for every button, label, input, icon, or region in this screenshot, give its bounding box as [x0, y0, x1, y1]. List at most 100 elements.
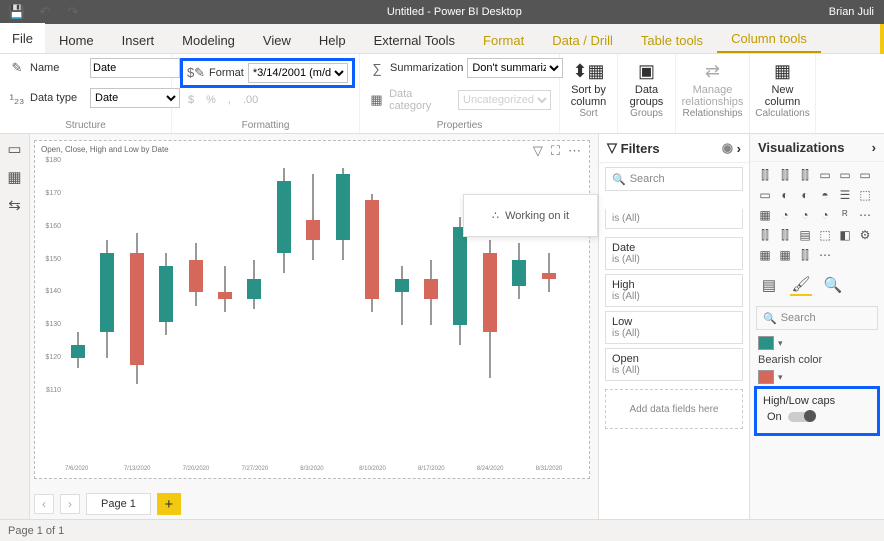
model-view-icon[interactable]: ⇆ — [5, 196, 25, 214]
viz-type-icon[interactable]: ▭ — [836, 166, 854, 184]
filter-visual-icon[interactable]: ▽ — [533, 143, 543, 159]
viz-type-icon[interactable]: ⬚ — [856, 186, 874, 204]
collapse-filters-icon[interactable]: › — [737, 141, 741, 156]
y-tick-label: $120 — [37, 354, 61, 361]
tab-home[interactable]: Home — [45, 27, 108, 53]
currency-icon[interactable]: $ — [188, 94, 194, 106]
collapse-viz-icon[interactable]: › — [872, 140, 876, 155]
sum-select[interactable]: Don't summarize — [467, 58, 563, 78]
viz-type-icon[interactable]: ⫿⫿ — [756, 226, 774, 244]
chevron-down-icon[interactable]: ▾ — [778, 372, 783, 383]
tab-external-tools[interactable]: External Tools — [360, 27, 469, 53]
viz-type-icon[interactable]: ⫿⫿ — [776, 166, 794, 184]
sort-by-column-button[interactable]: ⬍▦ Sort by column — [559, 58, 619, 108]
viz-type-icon[interactable]: ◔ — [796, 206, 814, 224]
data-view-icon[interactable]: ▦ — [5, 168, 25, 186]
tab-format[interactable]: Format — [469, 27, 538, 53]
filter-card[interactable]: Dateis (All) — [605, 237, 743, 270]
format-search[interactable]: 🔍 Search — [756, 306, 878, 330]
analytics-icon[interactable]: 🔍 — [822, 274, 844, 296]
new-column-button[interactable]: ▦ New column — [753, 58, 813, 108]
focus-mode-icon[interactable]: ⛶ — [551, 143, 560, 159]
viz-type-icon[interactable]: ⫿⫿ — [796, 166, 814, 184]
undo-icon[interactable]: ↶ — [36, 3, 54, 21]
viz-type-icon[interactable]: ◧ — [836, 226, 854, 244]
name-input[interactable] — [90, 58, 180, 78]
percent-icon[interactable]: % — [206, 94, 216, 106]
chevron-down-icon[interactable]: ▾ — [778, 338, 783, 349]
viz-type-icon[interactable]: ◔ — [816, 206, 834, 224]
candlestick-visual[interactable]: ▽ ⛶ ⋯ Open, Close, High and Low by Date … — [34, 140, 590, 479]
format-roller-icon[interactable]: 🖌 — [790, 274, 812, 296]
redo-icon[interactable]: ↷ — [64, 3, 82, 21]
x-tick-label: 7/27/2020 — [241, 466, 268, 472]
comma-icon[interactable]: , — [228, 94, 231, 106]
viz-type-icon[interactable]: ◓ — [816, 186, 834, 204]
sum-icon: ∑ — [368, 59, 386, 77]
datatype-select[interactable]: Date — [90, 88, 180, 108]
tab-modeling[interactable]: Modeling — [168, 27, 249, 53]
group-sort: Sort — [579, 108, 597, 119]
y-tick-label: $150 — [37, 256, 61, 263]
hlcaps-label: High/Low caps — [763, 395, 871, 407]
data-groups-button[interactable]: ▣ Data groups — [617, 58, 677, 108]
manage-relationships-button: ⇄ Manage relationships — [683, 58, 743, 108]
page-tab-1[interactable]: Page 1 — [86, 493, 151, 515]
show-filter-icon[interactable]: ◉ — [722, 140, 733, 156]
viz-type-icon[interactable]: ⚙ — [856, 226, 874, 244]
save-icon[interactable]: 💾 — [8, 3, 26, 21]
viz-type-icon[interactable]: ▭ — [816, 166, 834, 184]
file-tab[interactable]: File — [0, 23, 45, 53]
viz-type-icon[interactable]: ▭ — [756, 186, 774, 204]
tab-view[interactable]: View — [249, 27, 305, 53]
cat-label: Data category — [389, 88, 454, 112]
add-page-button[interactable]: + — [157, 493, 181, 515]
viz-type-icon[interactable]: ⋯ — [816, 246, 834, 264]
filter-card[interactable]: Lowis (All) — [605, 311, 743, 344]
viz-type-icon[interactable]: ⫿⫿ — [796, 246, 814, 264]
viz-type-icon[interactable]: ☰ — [836, 186, 854, 204]
decimal-icon[interactable]: .00 — [243, 94, 258, 106]
viz-type-icon[interactable]: ▦ — [756, 206, 774, 224]
viz-type-icon[interactable]: ◔ — [776, 206, 794, 224]
next-page-button[interactable]: › — [60, 494, 80, 514]
viz-title: Visualizations — [758, 140, 844, 155]
filter-card[interactable]: Openis (All) — [605, 348, 743, 381]
viz-type-icon[interactable]: ▦ — [756, 246, 774, 264]
viz-type-icon[interactable]: ▦ — [776, 246, 794, 264]
viz-type-icon[interactable]: ⫿⫿ — [756, 166, 774, 184]
tab-insert[interactable]: Insert — [108, 27, 169, 53]
filter-card[interactable]: Highis (All) — [605, 274, 743, 307]
filters-funnel-icon: ▽ — [607, 140, 617, 156]
viz-type-icon[interactable]: ▭ — [856, 166, 874, 184]
tab-data-drill[interactable]: Data / Drill — [538, 27, 627, 53]
viz-type-icon[interactable]: ◐ — [796, 186, 814, 204]
tab-table-tools[interactable]: Table tools — [627, 27, 717, 53]
report-canvas[interactable]: ▽ ⛶ ⋯ Open, Close, High and Low by Date … — [30, 134, 598, 519]
x-tick-label: 8/31/2020 — [536, 466, 563, 472]
page-status: Page 1 of 1 — [8, 525, 64, 537]
prev-page-button[interactable]: ‹ — [34, 494, 54, 514]
viz-type-icon[interactable]: ▤ — [796, 226, 814, 244]
x-tick-label: 8/3/2020 — [300, 466, 323, 472]
page-tab-bar: ‹ › Page 1 + — [34, 493, 181, 515]
tab-column-tools[interactable]: Column tools — [717, 25, 821, 53]
viz-type-icon[interactable]: ◐ — [776, 186, 794, 204]
viz-type-icon[interactable]: ⋯ — [856, 206, 874, 224]
bearish-swatch[interactable] — [758, 370, 774, 384]
format-select[interactable]: *3/14/2001 (m/d/yyyy) — [248, 63, 348, 83]
filter-card-partial[interactable]: is (All) — [605, 209, 743, 229]
fields-well-icon[interactable]: ▤ — [758, 274, 780, 296]
more-options-icon[interactable]: ⋯ — [568, 143, 581, 159]
filter-search[interactable]: 🔍 Search — [605, 167, 743, 191]
add-filter-drop[interactable]: Add data fields here — [605, 389, 743, 429]
tab-help[interactable]: Help — [305, 27, 360, 53]
viz-type-icon[interactable]: ᴿ — [836, 206, 854, 224]
spinner-icon: ∴ — [492, 210, 499, 222]
viz-type-icon[interactable]: ⬚ — [816, 226, 834, 244]
bullish-swatch[interactable] — [758, 336, 774, 350]
hlcaps-toggle[interactable]: On — [763, 411, 871, 423]
report-view-icon[interactable]: ▭ — [5, 140, 25, 158]
x-tick-label: 8/24/2020 — [477, 466, 504, 472]
viz-type-icon[interactable]: ⫿⫿ — [776, 226, 794, 244]
